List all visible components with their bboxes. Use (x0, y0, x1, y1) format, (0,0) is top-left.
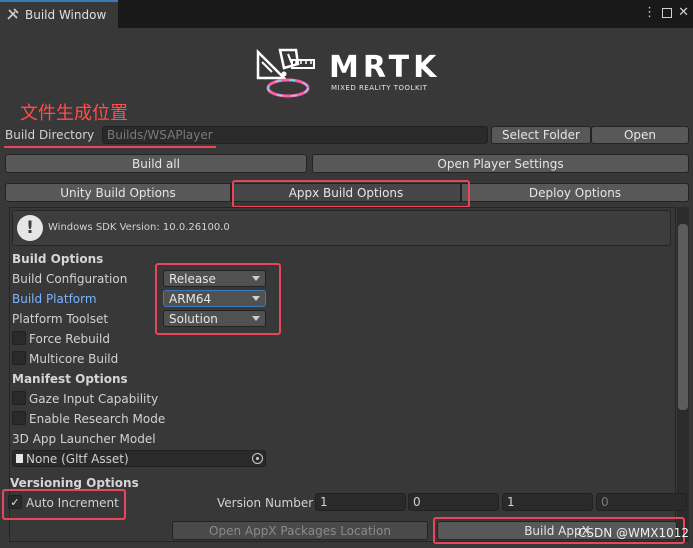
force-rebuild-label: Force Rebuild (29, 332, 110, 346)
build-directory-input[interactable]: Builds/WSAPlayer (102, 126, 488, 144)
tab-deploy-options[interactable]: Deploy Options (461, 183, 689, 202)
multicore-build-label: Multicore Build (29, 352, 119, 366)
build-window-tab[interactable]: Build Window (0, 0, 118, 28)
watermark-text: CSDN @WMX1012 (578, 526, 690, 540)
annotation-text: 文件生成位置 (20, 103, 128, 124)
auto-increment-label: Auto Increment (26, 496, 119, 510)
build-platform-label: Build Platform (12, 292, 97, 306)
versioning-options-heading: Versioning Options (10, 476, 139, 490)
build-directory-label: Build Directory (5, 128, 95, 142)
tab-unity-build-options[interactable]: Unity Build Options (5, 183, 231, 202)
panel-scrollbar-thumb[interactable] (678, 224, 688, 410)
select-folder-button[interactable]: Select Folder (491, 126, 591, 144)
version-revision-input: 0 (596, 493, 687, 511)
manifest-options-heading: Manifest Options (12, 372, 128, 386)
build-platform-dropdown[interactable]: ARM64 (163, 290, 266, 307)
file-icon (16, 454, 23, 463)
platform-toolset-dropdown[interactable]: Solution (163, 310, 266, 327)
platform-toolset-label: Platform Toolset (12, 312, 109, 326)
build-all-button[interactable]: Build all (5, 154, 307, 173)
multicore-build-checkbox[interactable] (12, 351, 26, 365)
tab-title: Build Window (25, 8, 107, 22)
chevron-down-icon (252, 316, 260, 321)
chevron-down-icon (252, 276, 260, 281)
maximize-icon[interactable] (662, 7, 673, 18)
logo-wordmark: MRTK (329, 50, 441, 85)
headset-logo-icon (256, 48, 315, 98)
build-directory-underline (4, 146, 216, 148)
open-folder-button[interactable]: Open (591, 126, 689, 144)
close-icon[interactable]: ✕ (678, 6, 689, 19)
gaze-input-checkbox[interactable] (12, 391, 26, 405)
tools-icon (6, 7, 20, 24)
gaze-input-label: Gaze Input Capability (29, 392, 159, 406)
launcher-model-field[interactable]: None (Gltf Asset) (12, 450, 266, 467)
research-mode-label: Enable Research Mode (29, 412, 166, 426)
research-mode-checkbox[interactable] (12, 411, 26, 425)
build-configuration-dropdown[interactable]: Release (163, 270, 266, 287)
open-player-settings-button[interactable]: Open Player Settings (312, 154, 689, 173)
tab-appx-build-options[interactable]: Appx Build Options (231, 183, 461, 202)
chevron-down-icon (252, 296, 260, 301)
version-number-label: Version Number (217, 496, 314, 510)
version-minor-input[interactable]: 0 (408, 493, 499, 511)
launcher-model-value: None (Gltf Asset) (26, 451, 129, 466)
launcher-model-label: 3D App Launcher Model (12, 432, 156, 446)
force-rebuild-checkbox[interactable] (12, 331, 26, 345)
mrtk-logo: MRTK MIXED REALITY TOOLKIT (254, 44, 436, 100)
version-major-input[interactable]: 1 (315, 493, 406, 511)
version-build-input[interactable]: 1 (502, 493, 593, 511)
build-configuration-label: Build Configuration (12, 272, 128, 286)
platform-toolset-value: Solution (169, 311, 218, 326)
info-icon: ! (17, 215, 43, 241)
sdk-version-text: Windows SDK Version: 10.0.26100.0 (48, 222, 230, 233)
build-options-heading: Build Options (12, 252, 104, 266)
window-controls: ⋮ ✕ (643, 6, 689, 19)
logo-tagline: MIXED REALITY TOOLKIT (331, 84, 428, 92)
object-picker-icon[interactable] (252, 453, 263, 464)
build-configuration-value: Release (169, 271, 216, 286)
open-appx-packages-location-button[interactable]: Open AppX Packages Location (172, 521, 428, 540)
build-platform-value: ARM64 (169, 291, 212, 306)
auto-increment-checkbox[interactable]: ✓ (8, 495, 22, 509)
more-menu-icon[interactable]: ⋮ (643, 6, 656, 19)
